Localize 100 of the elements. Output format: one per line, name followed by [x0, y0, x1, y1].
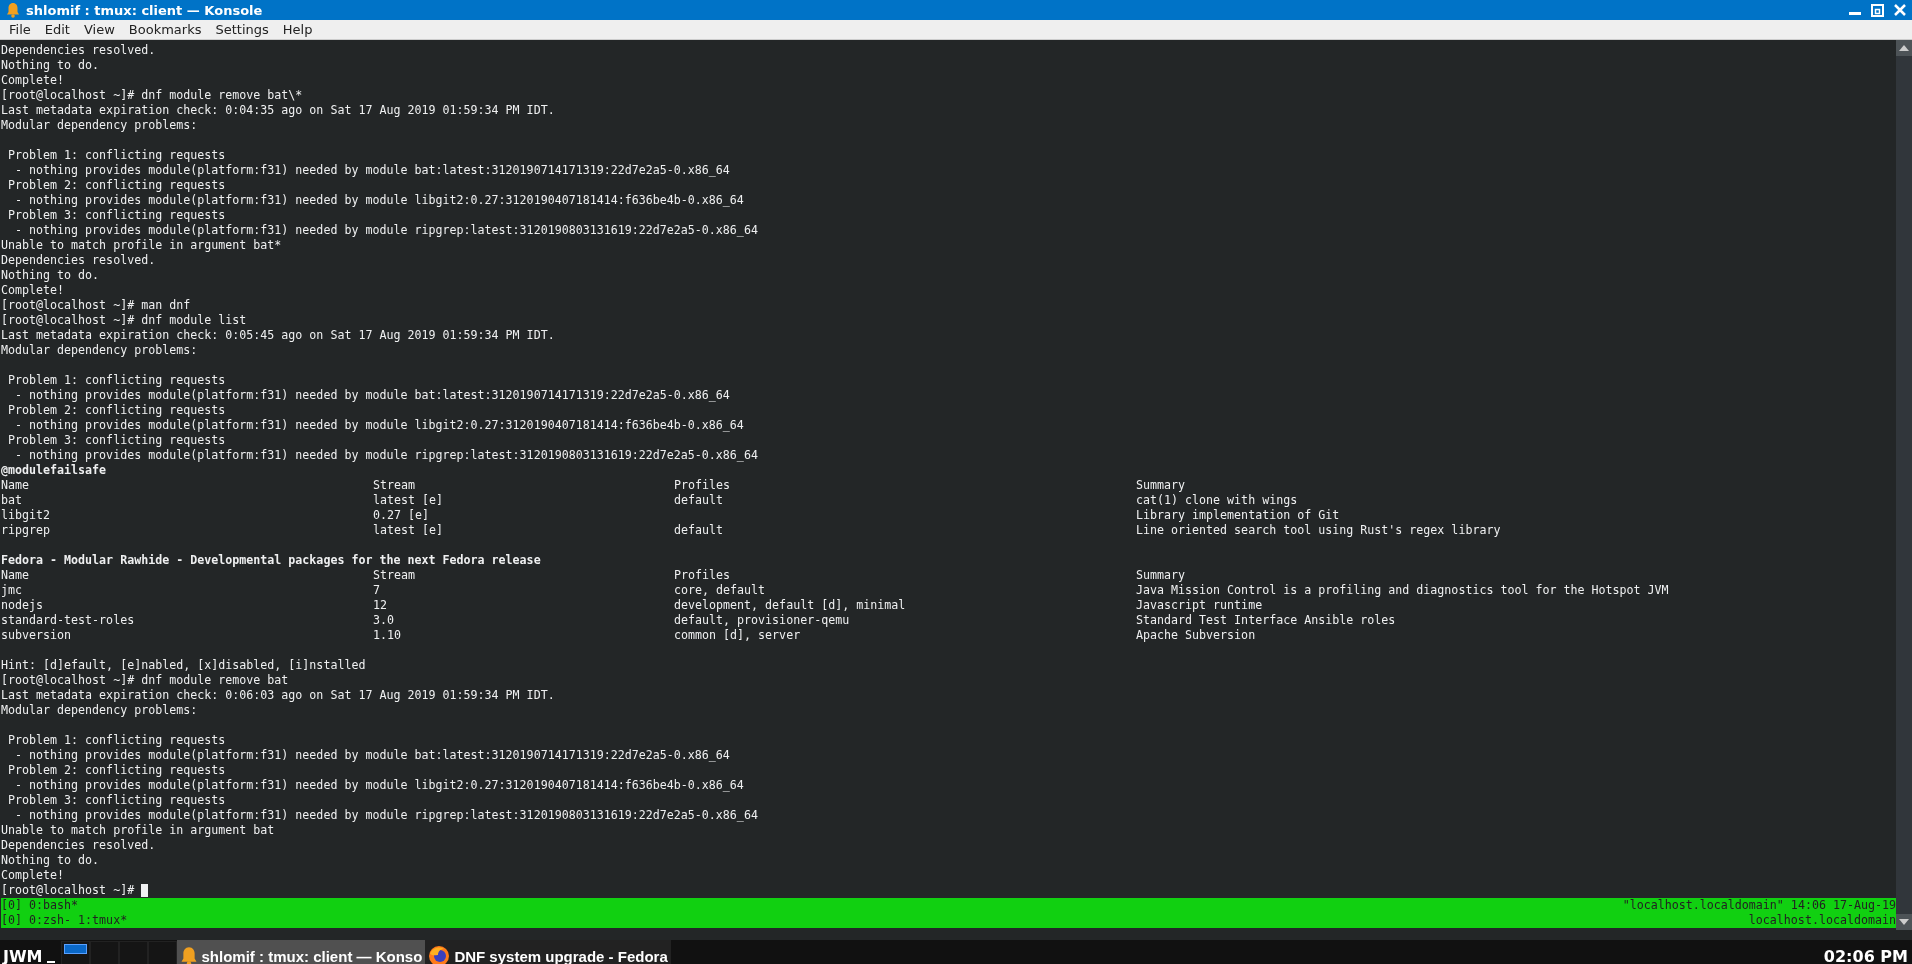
terminal-line: - nothing provides module(platform:f31) needed by module bat:latest:3120190714171319:22d7e2a5-0.x86_64 — [14, 163, 730, 177]
table-cell: 3.0 — [373, 613, 395, 627]
table-cell: latest [e] — [373, 523, 444, 537]
table-cell: Stream — [373, 568, 416, 582]
table-cell: Java Mission Control is a profiling and diagnostics tool for the Hotspot JVM — [1136, 583, 1669, 597]
menu-item[interactable]: Bookmarks — [121, 22, 209, 37]
table-cell: subversion — [1, 628, 72, 642]
terminal-line: Modular dependency problems: — [1, 118, 198, 132]
tmux-host-info: localhost.localdomain — [1748, 913, 1896, 928]
terminal-line: [root@localhost ~]# — [1, 883, 135, 897]
table-cell: Standard Test Interface Ansible roles — [1136, 613, 1396, 627]
terminal-line: Problem 1: conflicting requests — [7, 733, 226, 747]
table-cell: Javascript runtime — [1136, 598, 1263, 612]
terminal-line: - nothing provides module(platform:f31) needed by module bat:latest:3120190714171319:22d7e2a5-0.x86_64 — [14, 388, 730, 402]
table-cell: development, default [d], minimal — [674, 598, 906, 612]
terminal-line: - nothing provides module(platform:f31) needed by module libgit2:0.27:3120190407181414:f636be4b-0.x86_64 — [14, 418, 744, 432]
table-cell: common [d], server — [674, 628, 801, 642]
table-cell: Name — [1, 478, 30, 492]
maximize-icon[interactable] — [1871, 3, 1884, 17]
terminal-line: Problem 2: conflicting requests — [7, 403, 226, 417]
table-cell: default — [674, 523, 724, 537]
menu-item[interactable]: View — [76, 22, 122, 37]
terminal-line: Problem 3: conflicting requests — [7, 793, 226, 807]
taskbar-task[interactable]: shlomif : tmux: client — Konso — [176, 940, 426, 964]
table-cell: Library implementation of Git — [1136, 508, 1340, 522]
table-cell: Line oriented search tool using Rust's regex library — [1136, 523, 1501, 537]
terminal-line: Nothing to do. — [1, 268, 100, 282]
terminal-line: [root@localhost ~]# dnf module remove bat\* — [1, 88, 303, 102]
desktop-pager-cell[interactable] — [147, 941, 177, 964]
terminal-line: Modular dependency problems: — [1, 703, 198, 717]
terminal-line: [root@localhost ~]# man dnf — [1, 298, 191, 312]
clock: 02:06 PM — [1823, 946, 1909, 964]
table-cell: Summary — [1136, 568, 1186, 582]
table-cell: latest [e] — [373, 493, 444, 507]
table-cell: 12 — [373, 598, 388, 612]
terminal-line: Nothing to do. — [1, 853, 100, 867]
fox-globe-icon — [428, 945, 451, 964]
desktop-pager-cell[interactable] — [60, 941, 90, 964]
table-cell: jmc — [1, 583, 23, 597]
terminal-line: Problem 1: conflicting requests — [7, 148, 226, 162]
tmux-window-list: [0] 0:bash* — [1, 898, 128, 913]
terminal-line: - nothing provides module(platform:f31) needed by module libgit2:0.27:3120190407181414:f636be4b-0.x86_64 — [14, 193, 744, 207]
minimize-icon[interactable] — [1849, 11, 1861, 15]
table-cell: Profiles — [674, 568, 731, 582]
terminal-line: Unable to match profile in argument bat — [1, 823, 275, 837]
table-cell: Stream — [373, 478, 416, 492]
terminal-line: Problem 3: conflicting requests — [7, 208, 226, 222]
bell-icon — [6, 2, 20, 18]
table-cell: nodejs — [1, 598, 44, 612]
terminal-line: Problem 2: conflicting requests — [7, 178, 226, 192]
table-cell: standard-test-roles — [1, 613, 135, 627]
tmux-window-list: [0] 0:zsh- 1:tmux* — [1, 913, 128, 928]
terminal-line: [root@localhost ~]# dnf module list — [1, 313, 247, 327]
terminal-line: Complete! — [1, 868, 65, 882]
terminal-line: Dependencies resolved. — [1, 253, 156, 267]
table-cell: default, provisioner-qemu — [674, 613, 850, 627]
taskbar-task[interactable]: DNF system upgrade - Fedora — [425, 940, 671, 964]
terminal-line: Dependencies resolved. — [1, 838, 156, 852]
menu-item[interactable]: Help — [275, 22, 320, 37]
table-cell: libgit2 — [1, 508, 51, 522]
terminal-line: Last metadata expiration check: 0:06:03 ago on Sat 17 Aug 2019 01:59:34 PM IDT. — [1, 688, 555, 702]
table-cell: 1.10 — [373, 628, 402, 642]
terminal-line: - nothing provides module(platform:f31) needed by module libgit2:0.27:3120190407181414:f636be4b-0.x86_64 — [14, 778, 744, 792]
terminal-line: Dependencies resolved. — [1, 43, 156, 57]
table-cell: Profiles — [674, 478, 731, 492]
table-cell: core, default — [674, 583, 766, 597]
menu-item[interactable]: File — [2, 22, 38, 37]
terminal-line: Nothing to do. — [1, 58, 100, 72]
start-menu-button[interactable]: JWM — [0, 946, 47, 964]
repository-heading: @modulefailsafe — [1, 463, 107, 477]
window-title: shlomif : tmux: client — Konsole — [26, 2, 264, 18]
table-cell: ripgrep — [1, 523, 51, 537]
menu-item[interactable]: Edit — [37, 22, 77, 37]
menu-item[interactable]: Settings — [208, 22, 276, 37]
terminal-line: - nothing provides module(platform:f31) needed by module bat:latest:3120190714171319:22d7e2a5-0.x86_64 — [14, 748, 730, 762]
bell-icon — [179, 946, 198, 964]
table-cell: 7 — [373, 583, 380, 597]
table-cell: Summary — [1136, 478, 1186, 492]
terminal-line: Modular dependency problems: — [1, 343, 198, 357]
tmux-host-info: "localhost.localdomain" 14:06 17-Aug-19 — [1622, 898, 1896, 913]
terminal-line: Unable to match profile in argument bat* — [1, 238, 282, 252]
terminal-line: Complete! — [1, 283, 65, 297]
underscore-icon — [46, 961, 55, 963]
scroll-up-icon[interactable] — [1896, 40, 1912, 56]
table-cell: Name — [1, 568, 30, 582]
repository-heading: Fedora - Modular Rawhide - Developmental packages for the next Fedora release — [1, 553, 541, 567]
scroll-down-icon[interactable] — [1896, 914, 1912, 930]
terminal-line: - nothing provides module(platform:f31) needed by module ripgrep:latest:3120190803131619:22d7e2a5-0.x86_64 — [14, 223, 758, 237]
close-icon[interactable] — [1894, 4, 1906, 16]
terminal-line: Last metadata expiration check: 0:04:35 ago on Sat 17 Aug 2019 01:59:34 PM IDT. — [1, 103, 555, 117]
terminal-line: Problem 1: conflicting requests — [7, 373, 226, 387]
table-cell: 0.27 [e] — [373, 508, 430, 522]
terminal-line: Problem 2: conflicting requests — [7, 763, 226, 777]
terminal-line: - nothing provides module(platform:f31) needed by module ripgrep:latest:3120190803131619:22d7e2a5-0.x86_64 — [14, 448, 758, 462]
terminal-line: Complete! — [1, 73, 65, 87]
terminal-line: - nothing provides module(platform:f31) needed by module ripgrep:latest:3120190803131619:22d7e2a5-0.x86_64 — [14, 808, 758, 822]
terminal-line: Hint: [d]efault, [e]nabled, [x]disabled, [i]nstalled — [1, 658, 366, 672]
terminal-line: [root@localhost ~]# dnf module remove bat — [1, 673, 289, 687]
table-cell: bat — [1, 493, 23, 507]
table-cell: default — [674, 493, 724, 507]
